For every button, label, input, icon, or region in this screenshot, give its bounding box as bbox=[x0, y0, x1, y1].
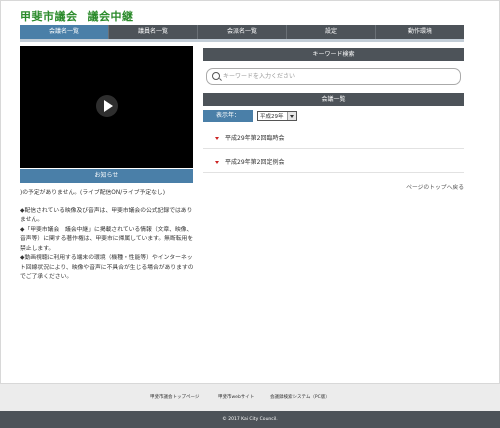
notice-bar: お知らせ bbox=[20, 169, 193, 183]
search-icon bbox=[212, 72, 220, 80]
year-select[interactable]: 平成29年 bbox=[257, 111, 297, 121]
play-icon[interactable] bbox=[96, 95, 118, 117]
footer-link-council-top[interactable]: 甲斐市議会トップページ bbox=[150, 394, 199, 400]
site-title[interactable]: 甲斐市議会 議会中継 bbox=[20, 8, 134, 24]
copyright: © 2017 Kai City Council. bbox=[0, 411, 500, 428]
meeting-item[interactable]: 平成29年第2回臨時会 bbox=[215, 133, 284, 142]
footer-nav: 甲斐市議会トップページ 甲斐市webサイト 会議録検索システム（PC版） bbox=[0, 383, 500, 411]
year-label: 表示年： bbox=[203, 110, 253, 122]
search-box[interactable] bbox=[206, 68, 461, 85]
nav-meeting-list[interactable]: 会議名一覧 bbox=[20, 25, 109, 39]
nav-faction-list[interactable]: 会派名一覧 bbox=[198, 25, 287, 39]
chevron-down-icon[interactable] bbox=[287, 112, 296, 120]
footer-link-minutes-search[interactable]: 会議録検索システム（PC版） bbox=[270, 394, 330, 400]
meeting-item-label: 平成29年第2回臨時会 bbox=[225, 135, 285, 142]
notice-note: ◆配信されている映像及び音声は、甲斐市議会の公式記録ではありません。 bbox=[20, 207, 193, 224]
live-status-text: )の予定がありません。(ライブ配信ON/ライブ予定なし) bbox=[20, 190, 165, 196]
expand-triangle-icon[interactable] bbox=[215, 137, 219, 140]
nav-member-list[interactable]: 議員名一覧 bbox=[109, 25, 198, 39]
notice-note: ◆動画視聴に利用する端末の環境（機種・性能等）やインターネット回線状況により、映… bbox=[20, 255, 194, 280]
expand-triangle-icon[interactable] bbox=[215, 161, 219, 164]
meeting-item[interactable]: 平成29年第2回定例会 bbox=[215, 157, 284, 166]
keyword-search-heading: キーワード検索 bbox=[203, 48, 464, 61]
notice-note: ◆「甲斐市議会 議会中継」に掲載されている情報（文章、映像、音声等）に関する著作… bbox=[20, 226, 194, 252]
global-nav: 会議名一覧 議員名一覧 会派名一覧 設定 動作環境 bbox=[20, 25, 464, 42]
divider bbox=[203, 172, 464, 173]
page-top-link[interactable]: ページのトップへ戻る bbox=[406, 182, 464, 191]
site-title-council: 甲斐市議会 bbox=[20, 10, 78, 23]
nav-settings[interactable]: 設定 bbox=[287, 25, 376, 39]
site-title-broadcast: 議会中継 bbox=[87, 10, 134, 23]
meeting-item-label: 平成29年第2回定例会 bbox=[225, 159, 285, 166]
search-input[interactable] bbox=[223, 70, 453, 82]
nav-requirements[interactable]: 動作環境 bbox=[376, 25, 464, 39]
year-select-value: 平成29年 bbox=[260, 114, 284, 120]
notice-text: )の予定がありません。(ライブ配信ON/ライブ予定なし) ◆配信されている映像及… bbox=[20, 189, 196, 283]
meeting-list-heading: 会議一覧 bbox=[203, 93, 464, 106]
notice-note-list: ◆配信されている映像及び音声は、甲斐市議会の公式記録ではありません。 ◆「甲斐市議… bbox=[20, 207, 196, 283]
divider bbox=[203, 148, 464, 149]
footer-link-city-website[interactable]: 甲斐市webサイト bbox=[218, 394, 254, 400]
